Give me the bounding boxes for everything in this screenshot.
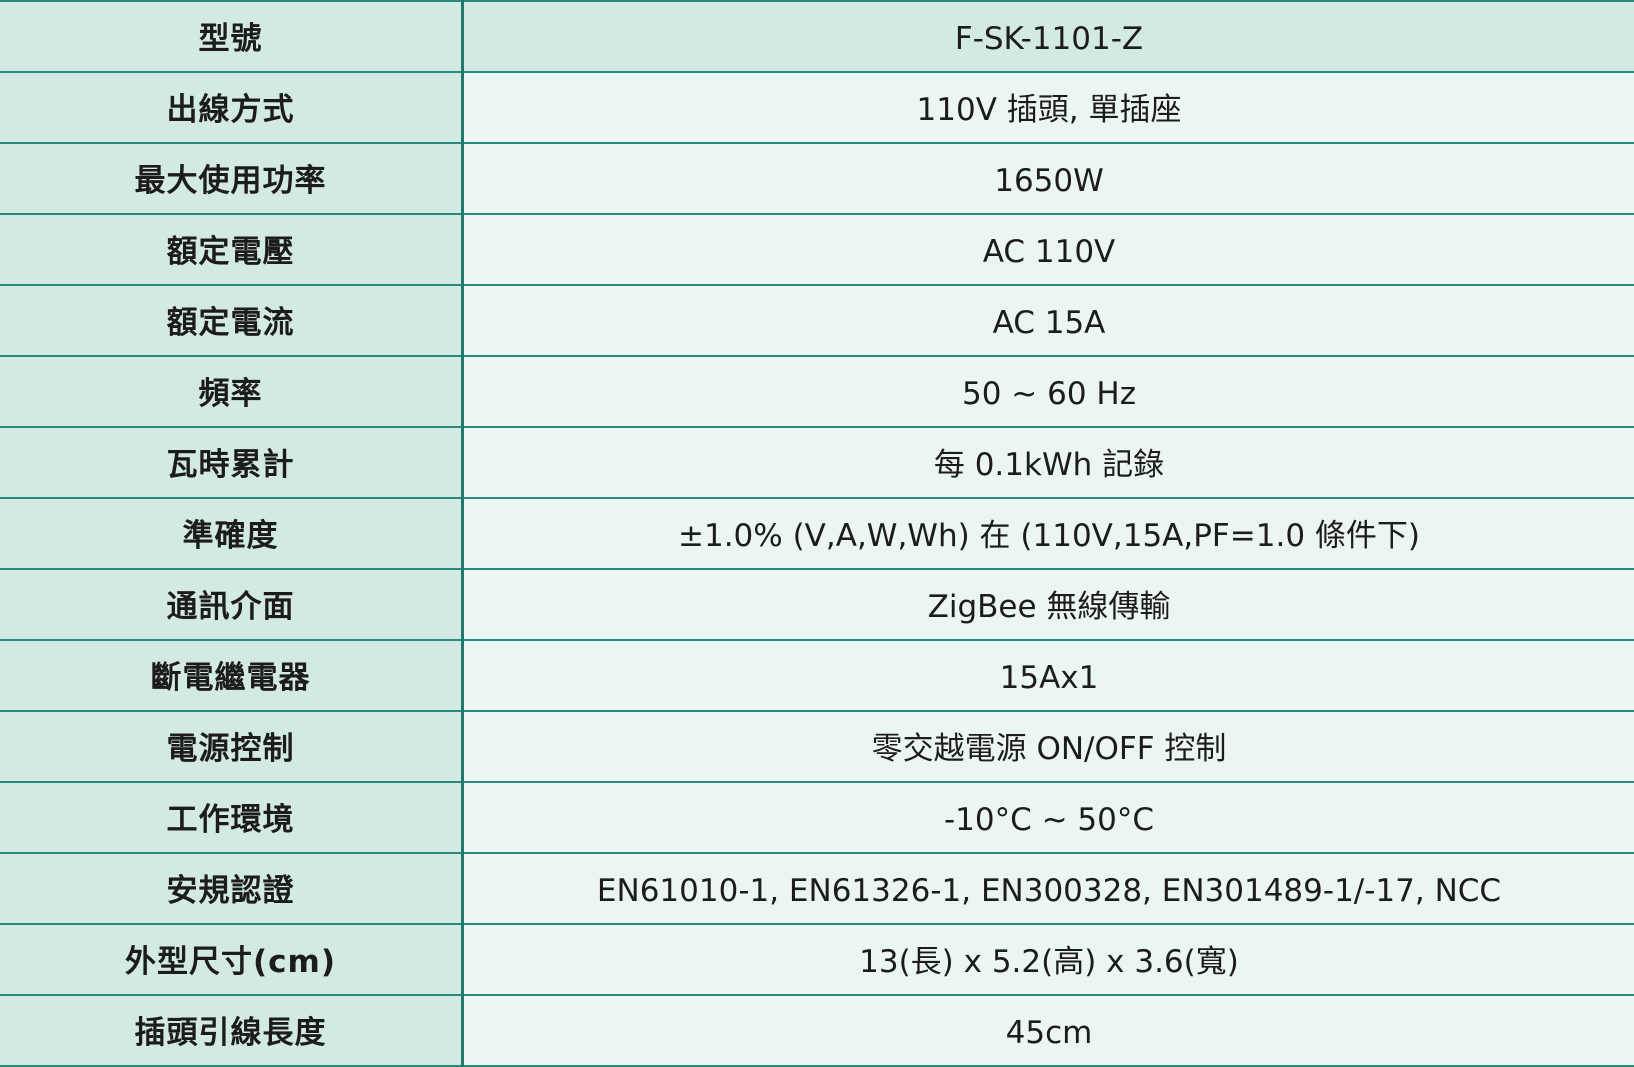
spec-label: 外型尺寸(cm): [0, 924, 463, 995]
spec-label: 型號: [0, 1, 463, 72]
table-row: 斷電繼電器 15Ax1: [0, 640, 1634, 711]
spec-label: 額定電壓: [0, 214, 463, 285]
spec-label: 通訊介面: [0, 569, 463, 640]
spec-value: AC 110V: [463, 214, 1634, 285]
spec-value: F-SK-1101-Z: [463, 1, 1634, 72]
table-row: 出線方式 110V 插頭, 單插座: [0, 72, 1634, 143]
table-row: 頻率 50 ~ 60 Hz: [0, 356, 1634, 427]
spec-label: 頻率: [0, 356, 463, 427]
spec-table: 型號 F-SK-1101-Z 出線方式 110V 插頭, 單插座 最大使用功率 …: [0, 0, 1634, 1067]
spec-value: 零交越電源 ON/OFF 控制: [463, 711, 1634, 782]
spec-label: 準確度: [0, 498, 463, 569]
spec-label: 出線方式: [0, 72, 463, 143]
table-row: 通訊介面 ZigBee 無線傳輸: [0, 569, 1634, 640]
spec-value: ZigBee 無線傳輸: [463, 569, 1634, 640]
table-row: 安規認證 EN61010-1, EN61326-1, EN300328, EN3…: [0, 853, 1634, 924]
spec-label: 工作環境: [0, 782, 463, 853]
table-row: 工作環境 -10°C ~ 50°C: [0, 782, 1634, 853]
spec-label: 電源控制: [0, 711, 463, 782]
table-row: 電源控制 零交越電源 ON/OFF 控制: [0, 711, 1634, 782]
spec-value: -10°C ~ 50°C: [463, 782, 1634, 853]
table-row: 型號 F-SK-1101-Z: [0, 1, 1634, 72]
spec-label: 額定電流: [0, 285, 463, 356]
spec-label: 最大使用功率: [0, 143, 463, 214]
table-row: 額定電壓 AC 110V: [0, 214, 1634, 285]
spec-label: 插頭引線長度: [0, 995, 463, 1066]
spec-table-body: 型號 F-SK-1101-Z 出線方式 110V 插頭, 單插座 最大使用功率 …: [0, 1, 1634, 1066]
table-row: 準確度 ±1.0% (V,A,W,Wh) 在 (110V,15A,PF=1.0 …: [0, 498, 1634, 569]
table-row: 外型尺寸(cm) 13(長) x 5.2(高) x 3.6(寬): [0, 924, 1634, 995]
spec-label: 斷電繼電器: [0, 640, 463, 711]
spec-value: 1650W: [463, 143, 1634, 214]
spec-value: EN61010-1, EN61326-1, EN300328, EN301489…: [463, 853, 1634, 924]
spec-value: ±1.0% (V,A,W,Wh) 在 (110V,15A,PF=1.0 條件下): [463, 498, 1634, 569]
spec-value: 110V 插頭, 單插座: [463, 72, 1634, 143]
spec-value: 45cm: [463, 995, 1634, 1066]
table-row: 最大使用功率 1650W: [0, 143, 1634, 214]
spec-value: 每 0.1kWh 記錄: [463, 427, 1634, 498]
spec-label: 安規認證: [0, 853, 463, 924]
spec-value: 15Ax1: [463, 640, 1634, 711]
table-row: 額定電流 AC 15A: [0, 285, 1634, 356]
spec-value: 13(長) x 5.2(高) x 3.6(寬): [463, 924, 1634, 995]
spec-value: 50 ~ 60 Hz: [463, 356, 1634, 427]
spec-value: AC 15A: [463, 285, 1634, 356]
table-row: 插頭引線長度 45cm: [0, 995, 1634, 1066]
spec-label: 瓦時累計: [0, 427, 463, 498]
table-row: 瓦時累計 每 0.1kWh 記錄: [0, 427, 1634, 498]
